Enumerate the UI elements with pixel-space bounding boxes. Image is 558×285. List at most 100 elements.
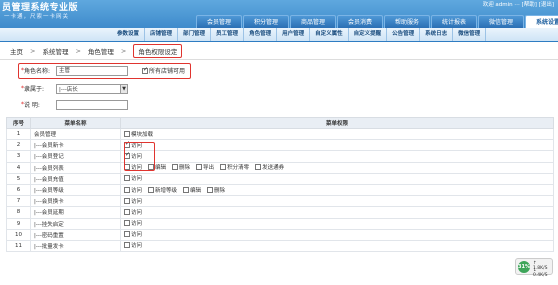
subnav-custom-attrs[interactable]: 自定义属性 (310, 28, 349, 41)
permission-label: 访问 (131, 232, 143, 239)
permission-checkbox[interactable] (124, 197, 130, 204)
permission-checkbox[interactable] (183, 186, 190, 193)
permission-option[interactable]: 访问 (124, 186, 142, 194)
subnav-logs[interactable]: 系统日志 (420, 28, 454, 41)
belongs-label: 隶属于: (24, 86, 45, 93)
subnav-params[interactable]: 参数设置 (112, 28, 146, 41)
permission-checkbox[interactable] (255, 164, 262, 171)
table-header-row: 序号 菜单名称 菜单权限 (6, 117, 554, 129)
permission-checkbox[interactable] (124, 231, 130, 238)
tab-member[interactable]: 会员管理 (196, 15, 242, 28)
permission-option[interactable]: 编辑 (183, 186, 201, 194)
permission-option[interactable]: 访问 (124, 208, 142, 216)
breadcrumb-home[interactable]: 主页 (10, 46, 23, 56)
permission-option[interactable]: 删除 (172, 163, 190, 171)
permission-option[interactable]: 访问 (124, 197, 142, 205)
table-row: 5 |---会员充值 访问 (6, 172, 554, 185)
sub-nav: 参数设置 店铺管理 部门管理 员工管理 角色管理 用户管理 自定义属性 自定义提… (0, 28, 558, 41)
permission-checkbox[interactable] (220, 164, 227, 171)
tab-stats[interactable]: 统计报表 (431, 15, 477, 28)
permission-option[interactable]: 模块加载 (124, 130, 153, 138)
permission-option[interactable]: 访问 (124, 219, 142, 227)
tab-help[interactable]: 帮助服务 (384, 15, 430, 28)
access-highlight (124, 142, 155, 171)
menu-name: |---会员新卡 (30, 139, 121, 152)
breadcrumb-separator-icon: > (120, 46, 127, 55)
permission-option[interactable]: 导出 (196, 163, 214, 171)
menu-name: |---批量发卡 (30, 239, 121, 253)
breadcrumb-separator-icon: > (75, 46, 81, 55)
subnav-users[interactable]: 用户管理 (277, 28, 311, 41)
permission-checkbox[interactable] (124, 130, 130, 137)
row-number: 7 (6, 195, 31, 208)
row-number: 2 (6, 139, 31, 152)
network-speed-widget[interactable]: 31% ↑ 1.8K/S ↓ 0.4K/S (515, 258, 553, 278)
permission-checkbox[interactable] (124, 220, 130, 227)
row-number: 11 (6, 239, 31, 253)
permission-option[interactable]: 删除 (207, 186, 225, 194)
menu-permissions: 访问 (120, 206, 554, 219)
row-number: 3 (6, 150, 31, 163)
menu-permissions: 访问 (120, 228, 554, 241)
permission-checkbox[interactable] (124, 186, 130, 193)
table-row: 8 |---会员延期 访问 (6, 206, 554, 219)
breadcrumb-system[interactable]: 系统管理 (42, 46, 68, 56)
breadcrumb-roles[interactable]: 角色管理 (88, 46, 114, 56)
note-input[interactable] (56, 99, 128, 110)
app-header: 员管理系统专业版 一卡通，尺索一卡网关 欢迎 admin ⋯ [帮助] [退出]… (0, 0, 558, 42)
row-number: 4 (6, 161, 31, 174)
download-speed: ↓ 0.4K/S (533, 268, 548, 278)
subnav-roles[interactable]: 角色管理 (244, 28, 278, 41)
permission-option[interactable]: 新增等级 (148, 186, 177, 194)
subnav-custom-reminders[interactable]: 自定义提醒 (349, 28, 388, 41)
row-number: 1 (6, 127, 31, 141)
belongs-value: |---店长 (59, 86, 78, 93)
menu-permissions: 访问 (120, 239, 554, 253)
table-row: 7 |---会员换卡 访问 (6, 195, 554, 208)
all-shops-option[interactable]: 所有店铺可用 (142, 66, 185, 75)
menu-permissions: 访问 (120, 172, 554, 185)
menu-name: |---密码重置 (30, 228, 121, 241)
chevron-down-icon[interactable]: ▼ (120, 84, 127, 93)
subnav-departments[interactable]: 部门管理 (178, 28, 212, 41)
permission-option[interactable]: 访问 (124, 174, 142, 182)
tab-consume[interactable]: 会员消费 (337, 15, 383, 28)
breadcrumb-separator-icon: > (30, 46, 36, 55)
subnav-announcements[interactable]: 公告管理 (387, 28, 421, 41)
menu-permissions: 访问 (120, 139, 554, 152)
permission-option[interactable]: 访问 (124, 230, 142, 238)
permission-checkbox[interactable] (124, 175, 130, 182)
permission-checkbox[interactable] (148, 186, 155, 193)
subnav-shops[interactable]: 店铺管理 (145, 28, 179, 41)
permission-option[interactable]: 发送通券 (255, 163, 284, 171)
table-row: 2|---会员新卡访问 (6, 139, 554, 152)
permission-label: 发送通券 (262, 165, 285, 172)
tab-points[interactable]: 积分管理 (243, 15, 289, 28)
subnav-wechat[interactable]: 微信管理 (453, 28, 487, 41)
tab-wechat[interactable]: 微信管理 (478, 15, 524, 28)
menu-name: |---会员列表 (30, 161, 121, 174)
header-menu-name: 菜单名称 (30, 117, 121, 129)
permission-option[interactable]: 积分清零 (220, 163, 249, 171)
table-row: 10 |---密码重置 访问 (6, 228, 554, 241)
row-number: 5 (6, 172, 31, 185)
table-row: 3|---会员登记访问 (6, 150, 554, 163)
tab-goods[interactable]: 商品管理 (290, 15, 336, 28)
permission-checkbox[interactable] (124, 242, 130, 249)
all-shops-checkbox[interactable] (142, 66, 148, 74)
permission-option[interactable]: 访问 (124, 241, 142, 249)
permission-label: 访问 (131, 187, 143, 194)
table-row: 9 |---挂失启定 访问 (6, 217, 554, 230)
belongs-select[interactable]: |---店长 ▼ (56, 83, 128, 94)
permission-checkbox[interactable] (172, 164, 179, 171)
menu-permissions: 访问 新增等级 编辑 删除 (120, 183, 554, 197)
tab-system[interactable]: 系统设置 (525, 15, 558, 28)
permission-checkbox[interactable] (207, 186, 214, 193)
permission-checkbox[interactable] (196, 164, 203, 171)
permission-label: 积分清零 (227, 165, 250, 172)
role-name-input[interactable]: 主管 (56, 65, 128, 76)
subnav-staff[interactable]: 员工管理 (211, 28, 245, 41)
permission-checkbox[interactable] (124, 208, 130, 215)
permission-label: 删除 (214, 187, 226, 194)
user-info[interactable]: 欢迎 admin ⋯ [帮助] [退出] (483, 0, 554, 8)
